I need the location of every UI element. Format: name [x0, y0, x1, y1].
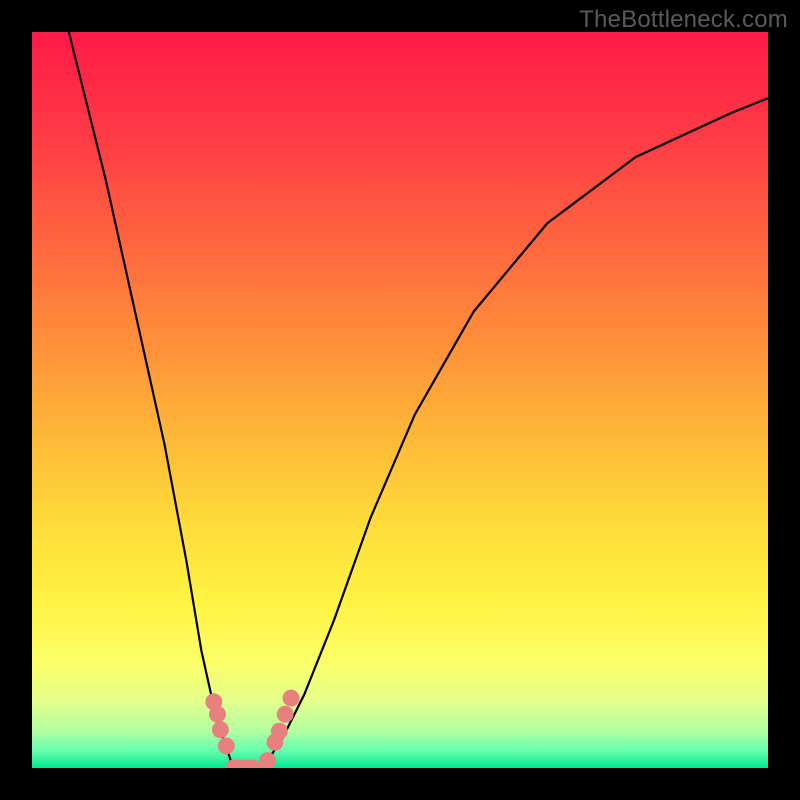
data-marker: [283, 690, 300, 707]
markers-layer: [32, 32, 768, 768]
watermark-text: TheBottleneck.com: [579, 6, 788, 34]
data-marker: [271, 723, 288, 740]
data-marker-group: [205, 690, 299, 768]
chart-container: TheBottleneck.com: [0, 0, 800, 800]
data-marker: [209, 706, 226, 723]
data-marker: [218, 737, 235, 754]
data-marker: [212, 721, 229, 738]
data-marker: [277, 706, 294, 723]
data-marker: [259, 752, 276, 768]
plot-area: [32, 32, 768, 768]
